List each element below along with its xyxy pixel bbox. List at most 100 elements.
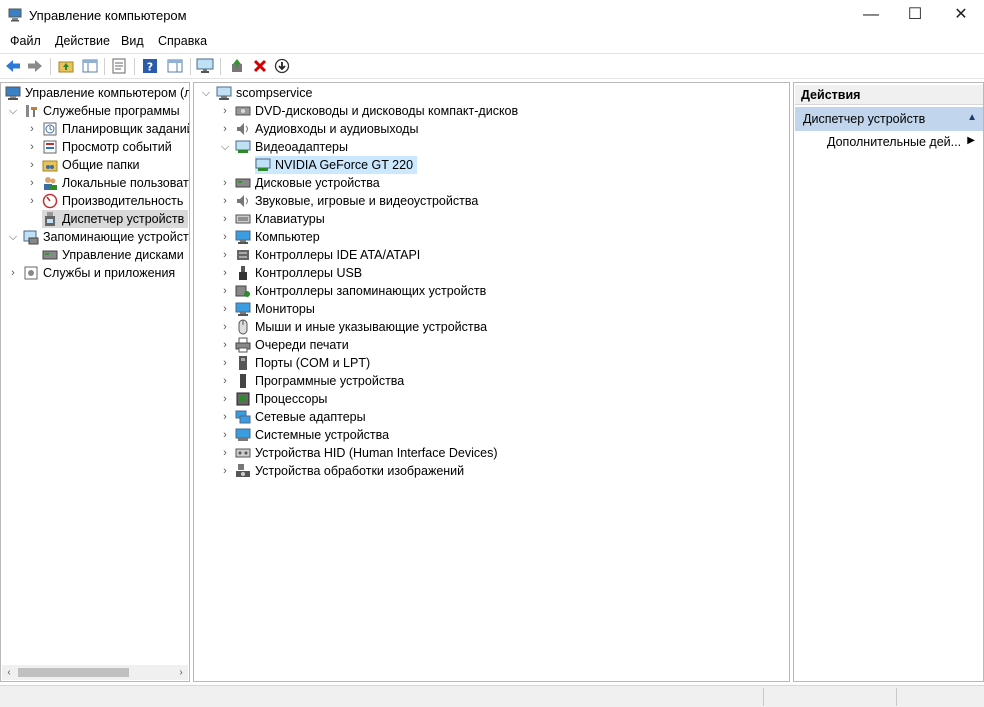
chevron-down-icon[interactable]: ⌵ bbox=[7, 231, 19, 243]
device-category[interactable]: › DVD-дисководы и дисководы компакт-диско… bbox=[219, 102, 518, 120]
chevron-down-icon[interactable]: ⌵ bbox=[219, 141, 231, 153]
device-category[interactable]: › Сетевые адаптеры bbox=[219, 408, 365, 426]
chevron-right-icon[interactable]: › bbox=[26, 195, 38, 207]
device-category[interactable]: › Дисковые устройства bbox=[219, 174, 380, 192]
device-category[interactable]: › Очереди печати bbox=[219, 336, 349, 354]
scroll-right-icon[interactable]: › bbox=[174, 665, 188, 680]
device-category[interactable]: › Процессоры bbox=[219, 390, 327, 408]
chevron-down-icon[interactable]: ⌵ bbox=[200, 87, 212, 99]
chevron-right-icon[interactable]: › bbox=[219, 447, 231, 459]
chevron-right-icon[interactable]: › bbox=[219, 375, 231, 387]
device-category[interactable]: › Контроллеры IDE ATA/ATAPI bbox=[219, 246, 420, 264]
maximize-button[interactable]: ☐ bbox=[892, 0, 938, 30]
tree-item-storage[interactable]: ⌵ Запоминающие устройст bbox=[7, 228, 189, 246]
chevron-right-icon[interactable]: › bbox=[219, 339, 231, 351]
device-label: Порты (COM и LPT) bbox=[255, 356, 371, 370]
tree-item-event-viewer[interactable]: › Просмотр событий bbox=[26, 138, 172, 156]
disk-drive-icon bbox=[235, 175, 251, 191]
horizontal-scrollbar[interactable]: ‹ › bbox=[2, 665, 188, 680]
chevron-right-icon[interactable]: › bbox=[7, 267, 19, 279]
chevron-right-icon[interactable]: › bbox=[219, 321, 231, 333]
device-category[interactable]: › Контроллеры USB bbox=[219, 264, 362, 282]
update-driver-icon[interactable] bbox=[229, 57, 247, 75]
show-hide-tree-icon[interactable] bbox=[81, 57, 99, 75]
scroll-left-icon[interactable]: ‹ bbox=[2, 665, 16, 680]
chevron-right-icon[interactable]: › bbox=[219, 213, 231, 225]
chevron-right-icon[interactable]: › bbox=[219, 357, 231, 369]
chevron-right-icon[interactable]: › bbox=[219, 411, 231, 423]
menu-help[interactable]: Справка bbox=[158, 34, 207, 48]
storage-icon bbox=[23, 229, 39, 245]
chevron-down-icon[interactable]: ⌵ bbox=[7, 105, 19, 117]
menu-action[interactable]: Действие bbox=[55, 34, 110, 48]
device-label: DVD-дисководы и дисководы компакт-дисков bbox=[255, 104, 519, 118]
scrollbar-thumb[interactable] bbox=[18, 668, 129, 677]
chevron-right-icon[interactable]: › bbox=[219, 249, 231, 261]
window-title: Управление компьютером bbox=[29, 8, 187, 23]
menu-view[interactable]: Вид bbox=[121, 34, 144, 48]
up-folder-icon[interactable] bbox=[57, 57, 75, 75]
back-arrow-icon[interactable] bbox=[4, 57, 22, 75]
chevron-right-icon[interactable]: › bbox=[219, 195, 231, 207]
chevron-right-icon[interactable]: › bbox=[219, 393, 231, 405]
device-item-selected[interactable]: NVIDIA GeForce GT 220 bbox=[255, 156, 418, 174]
device-category[interactable]: › Контроллеры запоминающих устройств bbox=[219, 282, 486, 300]
chevron-right-icon[interactable]: › bbox=[26, 177, 38, 189]
uninstall-icon[interactable] bbox=[251, 57, 269, 75]
device-category[interactable]: › Клавиатуры bbox=[219, 210, 325, 228]
minimize-button[interactable]: — bbox=[848, 0, 894, 30]
device-category[interactable]: › Компьютер bbox=[219, 228, 320, 246]
show-hide-action-pane-icon[interactable] bbox=[166, 57, 184, 75]
monitor-icon[interactable] bbox=[196, 57, 214, 75]
tree-item-performance[interactable]: › Производительность bbox=[26, 192, 183, 210]
menu-file[interactable]: Файл bbox=[10, 34, 41, 48]
chevron-right-icon[interactable]: › bbox=[219, 465, 231, 477]
device-category[interactable]: › Аудиовходы и аудиовыходы bbox=[219, 120, 418, 138]
device-label: Контроллеры IDE ATA/ATAPI bbox=[255, 248, 421, 262]
chevron-right-icon[interactable]: › bbox=[219, 285, 231, 297]
device-category[interactable]: › Устройства обработки изображений bbox=[219, 462, 464, 480]
chevron-right-icon[interactable]: › bbox=[26, 141, 38, 153]
submenu-arrow-icon[interactable]: ▶ bbox=[967, 135, 975, 146]
device-tree-root[interactable]: ⌵ scompservice bbox=[200, 84, 312, 102]
actions-section-device-manager[interactable]: Диспетчер устройств ▲ bbox=[795, 107, 983, 131]
tree-item-device-manager[interactable]: Диспетчер устройств bbox=[42, 210, 189, 228]
more-actions-item[interactable]: Дополнительные дей... bbox=[827, 135, 961, 149]
performance-icon bbox=[42, 193, 58, 209]
device-label: Мониторы bbox=[255, 302, 315, 316]
device-category[interactable]: › Системные устройства bbox=[219, 426, 389, 444]
tree-root[interactable]: Управление компьютером (л bbox=[5, 84, 189, 102]
collapse-up-icon[interactable]: ▲ bbox=[967, 112, 977, 123]
tree-item-disk-management[interactable]: Управление дисками bbox=[42, 246, 184, 264]
chevron-right-icon[interactable]: › bbox=[219, 105, 231, 117]
keyboard-icon bbox=[235, 211, 251, 227]
chevron-right-icon[interactable]: › bbox=[219, 429, 231, 441]
tree-item-label: Служебные программы bbox=[43, 104, 180, 118]
close-button[interactable]: ✕ bbox=[938, 0, 984, 30]
tree-item-local-users[interactable]: › Локальные пользовате bbox=[26, 174, 189, 192]
device-category[interactable]: › Программные устройства bbox=[219, 372, 404, 390]
properties-icon[interactable] bbox=[110, 57, 128, 75]
tree-item-label: Службы и приложения bbox=[43, 266, 176, 280]
chevron-right-icon[interactable]: › bbox=[219, 231, 231, 243]
tree-item-system-tools[interactable]: ⌵ Служебные программы bbox=[7, 102, 180, 120]
chevron-right-icon[interactable]: › bbox=[26, 123, 38, 135]
device-category[interactable]: › Мониторы bbox=[219, 300, 315, 318]
tree-item-task-scheduler[interactable]: › Планировщик заданий bbox=[26, 120, 189, 138]
tree-item-services-apps[interactable]: › Службы и приложения bbox=[7, 264, 175, 282]
chevron-right-icon[interactable]: › bbox=[219, 303, 231, 315]
device-category[interactable]: › Устройства HID (Human Interface Devices… bbox=[219, 444, 497, 462]
disable-device-icon[interactable] bbox=[273, 57, 291, 75]
device-category[interactable]: ⌵ Видеоадаптеры bbox=[219, 138, 348, 156]
device-category[interactable]: › Звуковые, игровые и видеоустройства bbox=[219, 192, 478, 210]
tree-item-label: Общие папки bbox=[62, 158, 140, 172]
chevron-right-icon[interactable]: › bbox=[26, 159, 38, 171]
device-category[interactable]: › Мыши и иные указывающие устройства bbox=[219, 318, 487, 336]
forward-arrow-icon[interactable] bbox=[26, 57, 44, 75]
chevron-right-icon[interactable]: › bbox=[219, 123, 231, 135]
chevron-right-icon[interactable]: › bbox=[219, 267, 231, 279]
device-category[interactable]: › Порты (COM и LPT) bbox=[219, 354, 370, 372]
chevron-right-icon[interactable]: › bbox=[219, 177, 231, 189]
help-icon[interactable]: ? bbox=[141, 57, 159, 75]
tree-item-shared-folders[interactable]: › Общие папки bbox=[26, 156, 140, 174]
